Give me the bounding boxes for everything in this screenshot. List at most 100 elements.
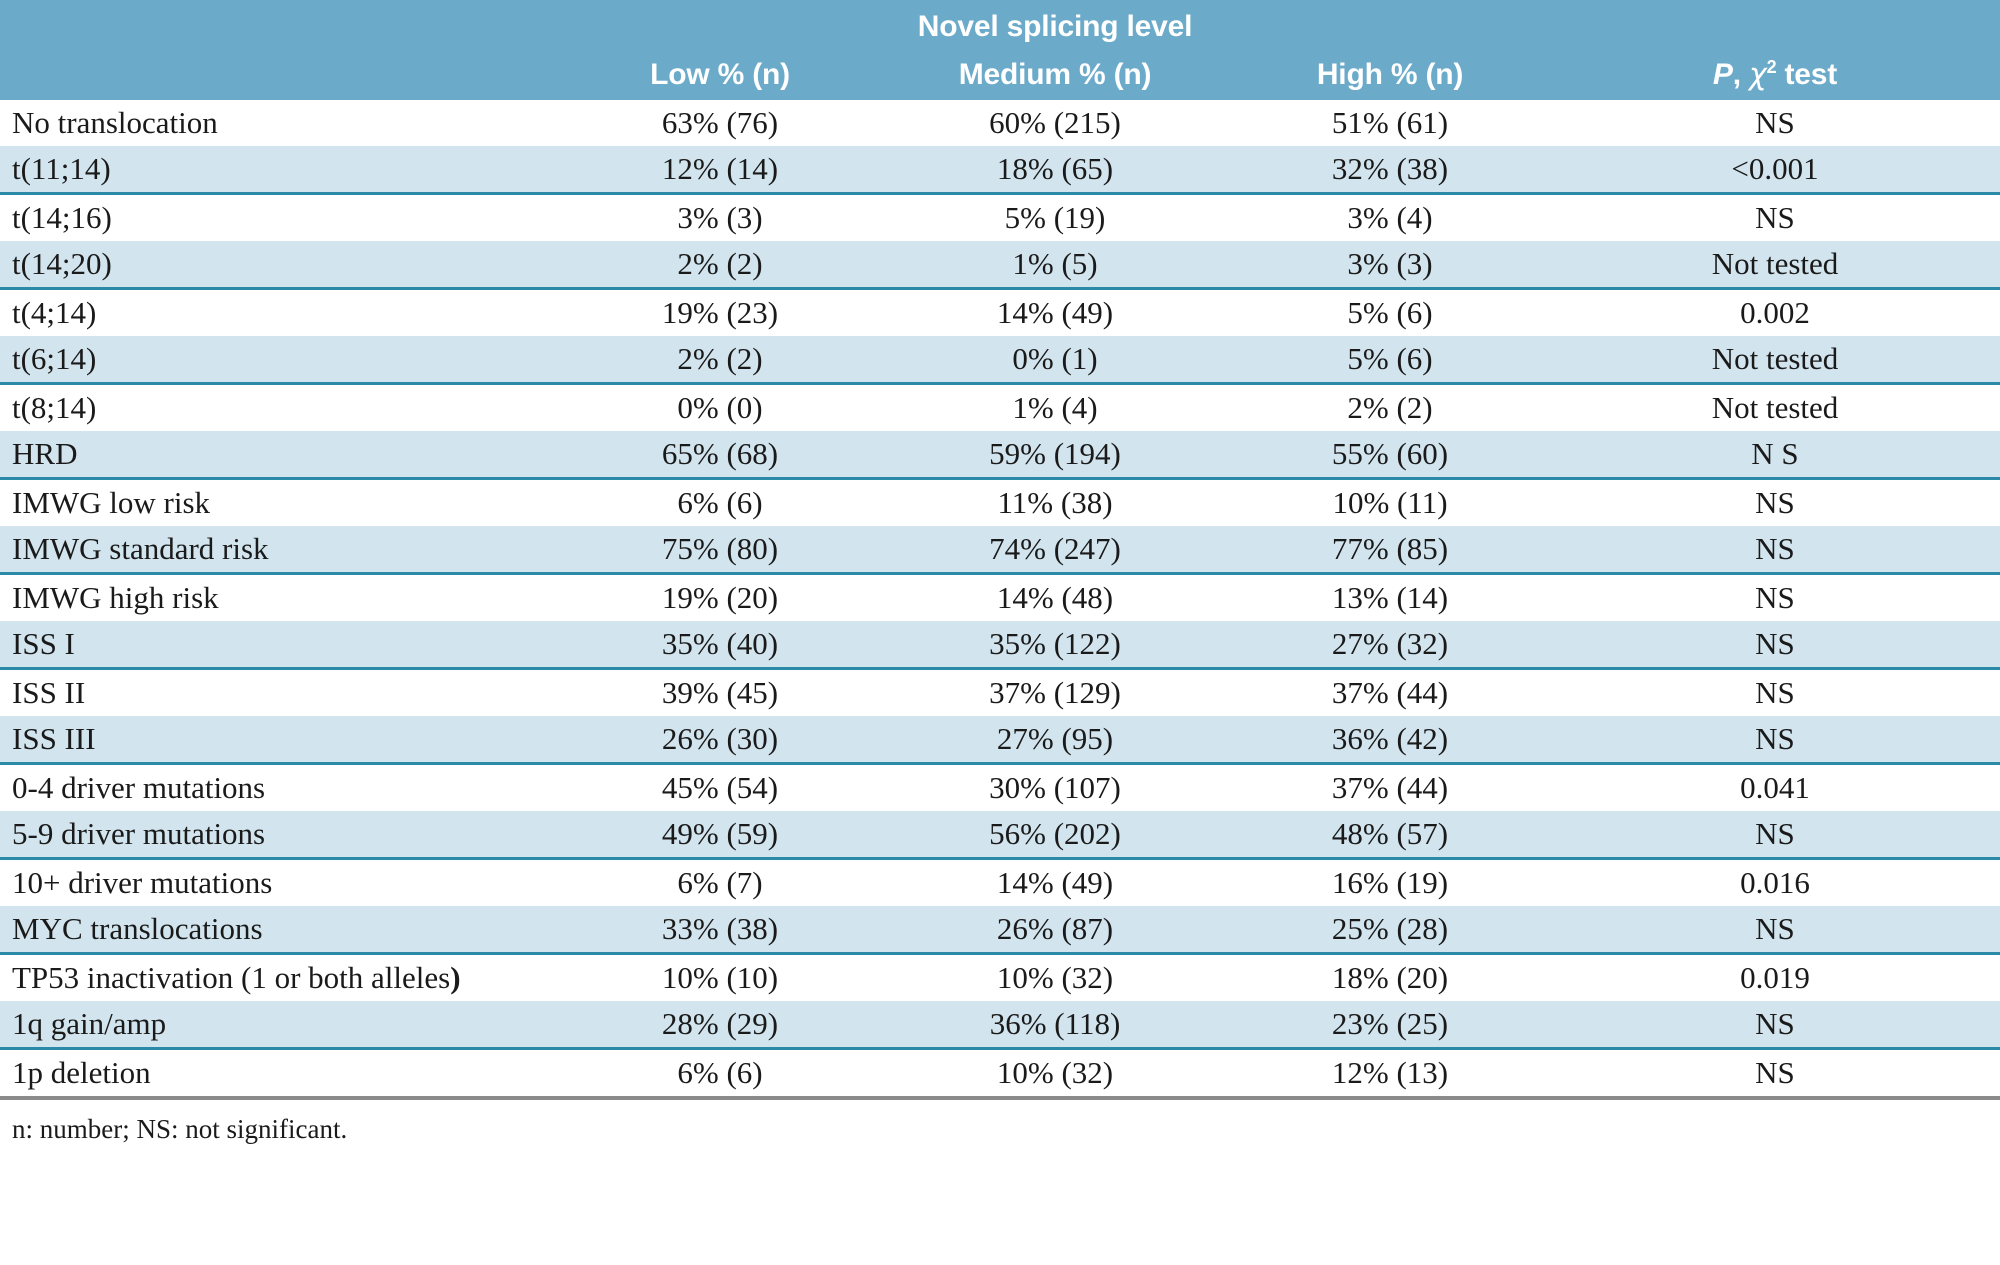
table-row: t(14;20) 2% (2) 1% (5) 3% (3) Not tested (0, 241, 2000, 290)
row-label-cell: t(6;14) (0, 336, 560, 385)
row-label-cell: t(14;20) (0, 241, 560, 290)
row-pvalue-cell: NS (1550, 906, 2000, 955)
row-medium-cell: 18% (65) (880, 146, 1230, 195)
row-label-cell: 1p deletion (0, 1048, 560, 1100)
row-medium-cell: 27% (95) (880, 716, 1230, 765)
row-low-cell: 6% (6) (560, 478, 880, 526)
row-high-cell: 36% (42) (1230, 716, 1550, 765)
row-pvalue-cell: NS (1550, 668, 2000, 716)
column-header-pvalue: P, χ2 test (1550, 48, 2000, 100)
row-label-cell: 5-9 driver mutations (0, 811, 560, 860)
row-high-cell: 27% (32) (1230, 621, 1550, 670)
row-label-cell: TP53 inactivation (1 or both alleles) (0, 953, 560, 1001)
row-pvalue-cell: NS (1550, 193, 2000, 241)
row-pvalue-cell: 0.019 (1550, 953, 2000, 1001)
row-pvalue-cell: NS (1550, 621, 2000, 670)
row-high-cell: 5% (6) (1230, 288, 1550, 336)
row-low-cell: 45% (54) (560, 763, 880, 811)
pvalue-header-text: P, χ2 test (1713, 57, 1838, 92)
header-spacer-cell (0, 0, 560, 48)
row-label-cell: t(11;14) (0, 146, 560, 195)
chi-symbol: χ (1749, 57, 1767, 92)
table-row: ISS III 26% (30) 27% (95) 36% (42) NS (0, 716, 2000, 765)
row-high-cell: 10% (11) (1230, 478, 1550, 526)
table-header: Novel splicing level Low % (n) Medium % … (0, 0, 2000, 100)
row-low-cell: 2% (2) (560, 336, 880, 385)
row-low-cell: 0% (0) (560, 383, 880, 431)
row-medium-cell: 14% (48) (880, 573, 1230, 621)
row-high-cell: 12% (13) (1230, 1048, 1550, 1100)
row-medium-cell: 14% (49) (880, 288, 1230, 336)
row-low-cell: 12% (14) (560, 146, 880, 195)
row-pvalue-cell: NS (1550, 1048, 2000, 1100)
table-row: ISS I 35% (40) 35% (122) 27% (32) NS (0, 621, 2000, 670)
table-row: TP53 inactivation (1 or both alleles) 10%… (0, 953, 2000, 1001)
row-medium-cell: 59% (194) (880, 431, 1230, 480)
table-footnote: n: number; NS: not significant. (12, 1114, 348, 1144)
row-medium-cell: 37% (129) (880, 668, 1230, 716)
row-pvalue-cell: NS (1550, 716, 2000, 765)
row-pvalue-cell: 0.002 (1550, 288, 2000, 336)
table-row: t(8;14) 0% (0) 1% (4) 2% (2) Not tested (0, 383, 2000, 431)
row-low-cell: 75% (80) (560, 526, 880, 575)
row-high-cell: 3% (4) (1230, 193, 1550, 241)
row-label-cell: IMWG standard risk (0, 526, 560, 575)
row-low-cell: 26% (30) (560, 716, 880, 765)
row-high-cell: 51% (61) (1230, 100, 1550, 146)
row-low-cell: 6% (6) (560, 1048, 880, 1100)
row-low-cell: 65% (68) (560, 431, 880, 480)
chi-superscript: 2 (1766, 57, 1777, 77)
table-body: No translocation 63% (76) 60% (215) 51% (61… (0, 100, 2000, 1100)
row-pvalue-cell: N S (1550, 431, 2000, 480)
table-row: 5-9 driver mutations 49% (59) 56% (202) 48%… (0, 811, 2000, 860)
row-medium-cell: 1% (5) (880, 241, 1230, 290)
table-row: ISS II 39% (45) 37% (129) 37% (44) NS (0, 668, 2000, 716)
row-medium-cell: 5% (19) (880, 193, 1230, 241)
row-low-cell: 3% (3) (560, 193, 880, 241)
row-high-cell: 77% (85) (1230, 526, 1550, 575)
row-pvalue-cell: NS (1550, 478, 2000, 526)
row-label-cell: MYC translocations (0, 906, 560, 955)
table-row: 10+ driver mutations 6% (7) 14% (49) 16% (1… (0, 858, 2000, 906)
test-word: test (1784, 58, 1838, 91)
row-low-cell: 28% (29) (560, 1001, 880, 1050)
novel-splicing-level-table: Novel splicing level Low % (n) Medium % … (0, 0, 2000, 1100)
row-high-cell: 2% (2) (1230, 383, 1550, 431)
row-low-cell: 35% (40) (560, 621, 880, 670)
table-row: t(4;14) 19% (23) 14% (49) 5% (6) 0.002 (0, 288, 2000, 336)
column-header-label (0, 48, 560, 100)
row-pvalue-cell: NS (1550, 526, 2000, 575)
row-label-cell: IMWG low risk (0, 478, 560, 526)
row-pvalue-cell: NS (1550, 573, 2000, 621)
row-label-cell: t(14;16) (0, 193, 560, 241)
table-row: No translocation 63% (76) 60% (215) 51% (61… (0, 100, 2000, 146)
row-high-cell: 13% (14) (1230, 573, 1550, 621)
row-low-cell: 49% (59) (560, 811, 880, 860)
row-high-cell: 18% (20) (1230, 953, 1550, 1001)
row-label-cell: 10+ driver mutations (0, 858, 560, 906)
row-medium-cell: 11% (38) (880, 478, 1230, 526)
row-pvalue-cell: Not tested (1550, 241, 2000, 290)
row-low-cell: 19% (20) (560, 573, 880, 621)
row-low-cell: 10% (10) (560, 953, 880, 1001)
table-header-column-row: Low % (n) Medium % (n) High % (n) P, χ2 … (0, 48, 2000, 100)
row-high-cell: 48% (57) (1230, 811, 1550, 860)
row-low-cell: 39% (45) (560, 668, 880, 716)
row-high-cell: 55% (60) (1230, 431, 1550, 480)
table-row: HRD 65% (68) 59% (194) 55% (60) N S (0, 431, 2000, 480)
row-low-cell: 33% (38) (560, 906, 880, 955)
row-high-cell: 23% (25) (1230, 1001, 1550, 1050)
row-low-cell: 63% (76) (560, 100, 880, 146)
row-low-cell: 19% (23) (560, 288, 880, 336)
row-label-cell: 0-4 driver mutations (0, 763, 560, 811)
row-high-cell: 3% (3) (1230, 241, 1550, 290)
p-comma: , (1732, 58, 1741, 91)
header-group-title: Novel splicing level (560, 0, 1550, 48)
table-row: 1q gain/amp 28% (29) 36% (118) 23% (25) NS (0, 1001, 2000, 1050)
row-label-cell: ISS III (0, 716, 560, 765)
table-row: IMWG low risk 6% (6) 11% (38) 10% (11) NS (0, 478, 2000, 526)
row-medium-cell: 35% (122) (880, 621, 1230, 670)
column-header-low: Low % (n) (560, 48, 880, 100)
row-pvalue-cell: NS (1550, 1001, 2000, 1050)
row-pvalue-cell: NS (1550, 100, 2000, 146)
